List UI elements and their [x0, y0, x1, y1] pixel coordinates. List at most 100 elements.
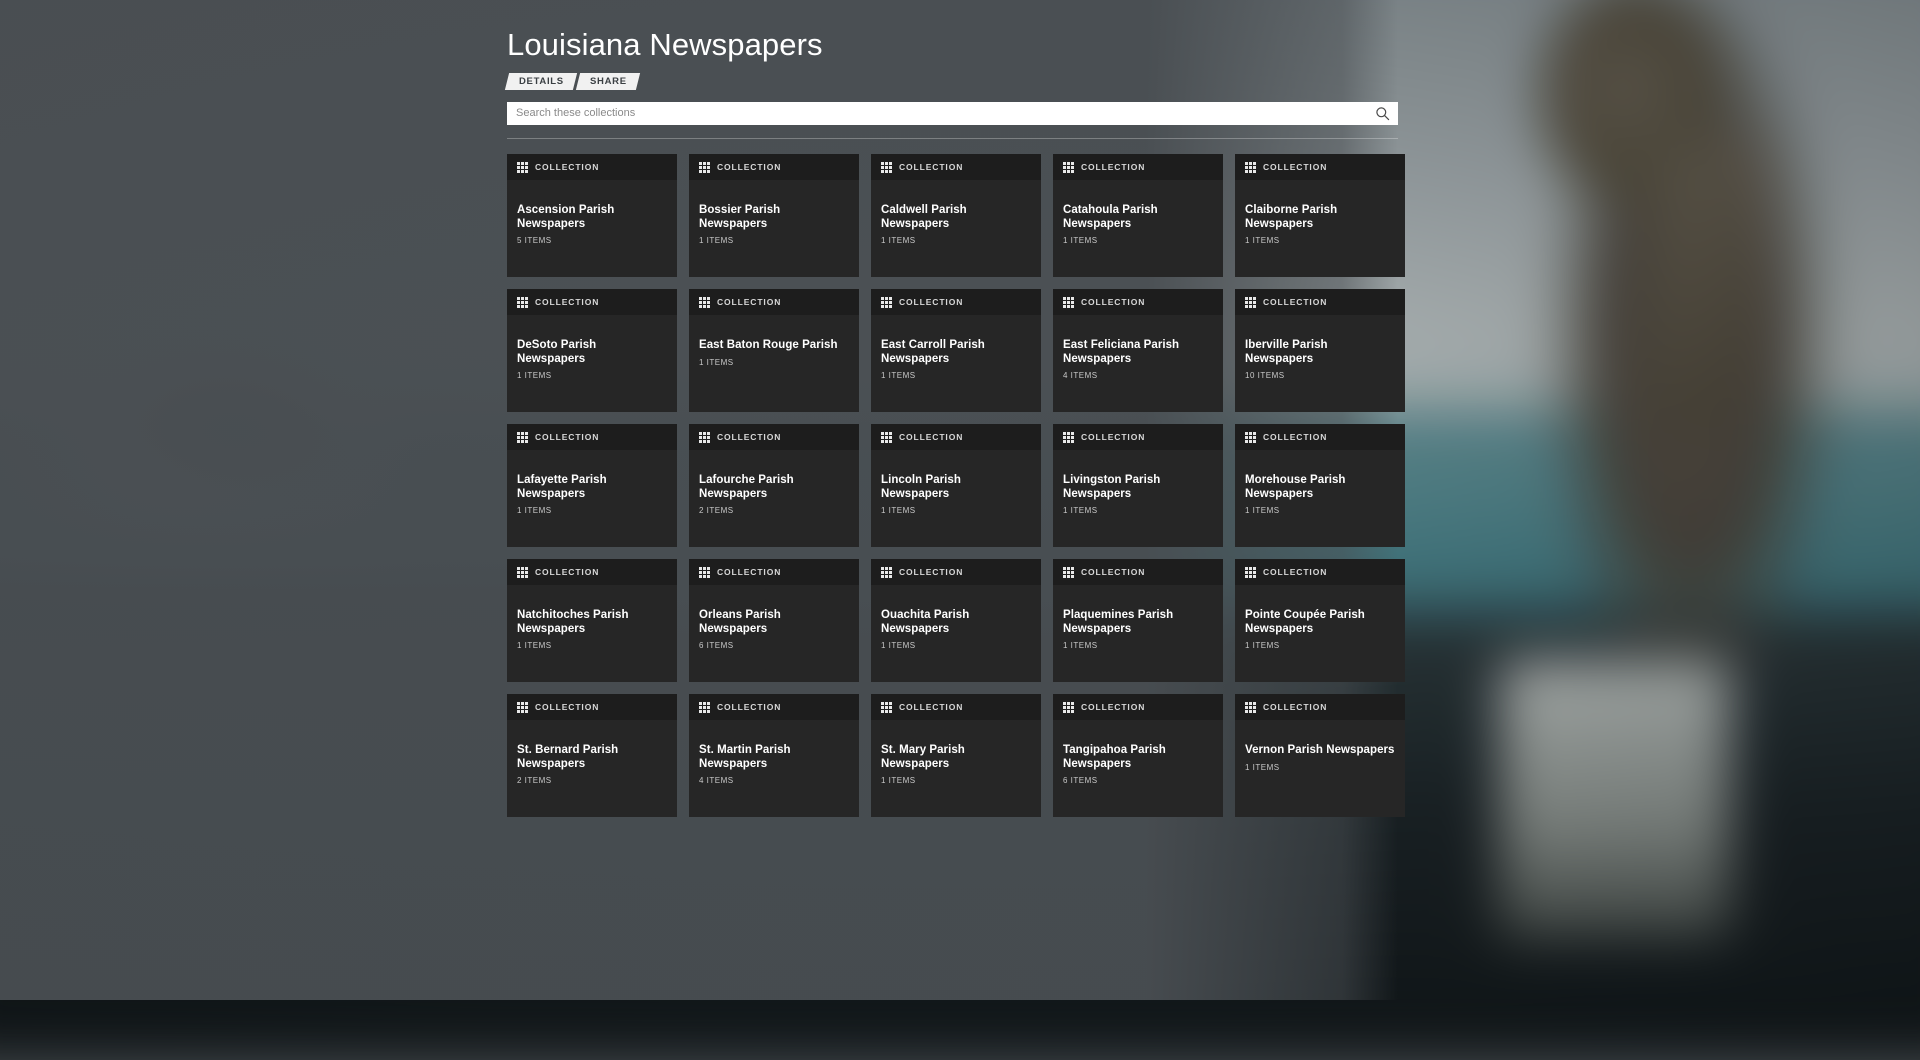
collection-card[interactable]: COLLECTIONOuachita Parish Newspapers1 IT…	[871, 559, 1041, 682]
collection-card[interactable]: COLLECTION Lafourche Parish Newspapers2 I…	[689, 424, 859, 547]
grid-icon	[1063, 702, 1074, 713]
grid-icon	[1245, 162, 1256, 173]
collection-card[interactable]: COLLECTION Tangipahoa Parish Newspapers6 …	[1053, 694, 1223, 817]
card-item-count: 6 ITEMS	[699, 641, 849, 650]
collection-card[interactable]: COLLECTIONBossier Parish Newspapers1 ITE…	[689, 154, 859, 277]
grid-icon	[699, 567, 710, 578]
card-body: Caldwell Parish Newspapers1 ITEMS	[871, 180, 1041, 277]
collection-card[interactable]: COLLECTIONEast Feliciana Parish Newspape…	[1053, 289, 1223, 412]
collection-card[interactable]: COLLECTIONLivingston Parish Newspapers1 …	[1053, 424, 1223, 547]
card-body: Lafourche Parish Newspapers2 ITEMS	[689, 450, 859, 547]
card-title: Morehouse Parish Newspapers	[1245, 474, 1395, 501]
grid-icon	[699, 162, 710, 173]
collection-card[interactable]: COLLECTIONDeSoto Parish Newspapers1 ITEM…	[507, 289, 677, 412]
card-header: COLLECTION	[507, 154, 677, 180]
card-title: Ascension Parish Newspapers	[517, 204, 667, 231]
grid-icon	[1063, 432, 1074, 443]
grid-icon	[881, 162, 892, 173]
card-title: Catahoula Parish Newspapers	[1063, 204, 1213, 231]
card-body: Lafayette Parish Newspapers 1 ITEMS	[507, 450, 677, 547]
card-header: COLLECTION	[689, 154, 859, 180]
card-body: Ouachita Parish Newspapers1 ITEMS	[871, 585, 1041, 682]
collection-card[interactable]: COLLECTIONAscension Parish Newspapers5 I…	[507, 154, 677, 277]
card-kind-label: COLLECTION	[717, 297, 781, 307]
collection-card[interactable]: COLLECTIONMorehouse Parish Newspapers1 I…	[1235, 424, 1405, 547]
card-header: COLLECTION	[689, 424, 859, 450]
card-title: Lafayette Parish Newspapers	[517, 474, 667, 501]
card-item-count: 6 ITEMS	[1063, 776, 1213, 785]
card-title: Ouachita Parish Newspapers	[881, 609, 1031, 636]
card-item-count: 1 ITEMS	[1063, 641, 1213, 650]
collection-card[interactable]: COLLECTIONIberville Parish Newspapers10 …	[1235, 289, 1405, 412]
card-title: Iberville Parish Newspapers	[1245, 339, 1395, 366]
collection-card[interactable]: COLLECTIONPointe Coupée Parish Newspaper…	[1235, 559, 1405, 682]
card-body: St. Bernard Parish Newspapers 2 ITEMS	[507, 720, 677, 817]
card-kind-label: COLLECTION	[717, 567, 781, 577]
page-title: Louisiana Newspapers	[507, 26, 1398, 63]
card-item-count: 1 ITEMS	[881, 236, 1031, 245]
grid-icon	[699, 297, 710, 308]
card-body: Natchitoches Parish Newspapers1 ITEMS	[507, 585, 677, 682]
card-item-count: 1 ITEMS	[881, 371, 1031, 380]
collection-card[interactable]: COLLECTION Caldwell Parish Newspapers1 IT…	[871, 154, 1041, 277]
card-title: Lincoln Parish Newspapers	[881, 474, 1031, 501]
card-body: Pointe Coupée Parish Newspapers 1 ITEMS	[1235, 585, 1405, 682]
card-title: St. Bernard Parish Newspapers	[517, 744, 667, 771]
card-body: St. Mary Parish Newspapers1 ITEMS	[871, 720, 1041, 817]
collection-card[interactable]: COLLECTION Vernon Parish Newspapers 1 ITEM…	[1235, 694, 1405, 817]
collection-card[interactable]: COLLECTIONNatchitoches Parish Newspapers…	[507, 559, 677, 682]
card-kind-label: COLLECTION	[717, 432, 781, 442]
card-kind-label: COLLECTION	[1081, 702, 1145, 712]
grid-icon	[1063, 162, 1074, 173]
collection-card[interactable]: COLLECTIONClaiborne Parish Newspapers1 I…	[1235, 154, 1405, 277]
card-body: Catahoula Parish Newspapers1 ITEMS	[1053, 180, 1223, 277]
collection-card[interactable]: COLLECTIONSt. Mary Parish Newspapers1 IT…	[871, 694, 1041, 817]
collection-card[interactable]: COLLECTIONPlaquemines Parish Newspapers1…	[1053, 559, 1223, 682]
card-kind-label: COLLECTION	[535, 297, 599, 307]
card-body: Iberville Parish Newspapers10 ITEMS	[1235, 315, 1405, 412]
card-header: COLLECTION	[1235, 559, 1405, 585]
search-button[interactable]	[1374, 106, 1390, 122]
card-body: East Carroll Parish Newspapers 1 ITEMS	[871, 315, 1041, 412]
grid-icon	[699, 702, 710, 713]
card-item-count: 1 ITEMS	[1063, 506, 1213, 515]
card-body: Lincoln Parish Newspapers1 ITEMS	[871, 450, 1041, 547]
card-title: East Carroll Parish Newspapers	[881, 339, 1031, 366]
grid-icon	[517, 297, 528, 308]
tab-share[interactable]: SHARE	[576, 73, 640, 90]
card-title: Vernon Parish Newspapers	[1245, 744, 1395, 758]
collection-card[interactable]: COLLECTIONLafayette Parish Newspapers1 I…	[507, 424, 677, 547]
card-item-count: 1 ITEMS	[1245, 236, 1395, 245]
card-body: Tangipahoa Parish Newspapers6 ITEMS	[1053, 720, 1223, 817]
card-item-count: 1 ITEMS	[517, 506, 667, 515]
card-kind-label: COLLECTION	[899, 432, 963, 442]
content-column: Louisiana Newspapers DETAILS SHARE C	[507, 0, 1398, 817]
card-header: COLLECTION	[1235, 289, 1405, 315]
card-header: COLLECTION	[1235, 694, 1405, 720]
tab-details[interactable]: DETAILS	[505, 73, 577, 90]
collection-card[interactable]: COLLECTION Lincoln Parish Newspapers1 ITE…	[871, 424, 1041, 547]
search-input[interactable]	[516, 103, 1374, 124]
search-bar[interactable]	[507, 102, 1398, 125]
card-title: Livingston Parish Newspapers	[1063, 474, 1213, 501]
collection-card[interactable]: COLLECTIONSt. Bernard Parish Newspapers2…	[507, 694, 677, 817]
card-item-count: 1 ITEMS	[1245, 506, 1395, 515]
collection-card[interactable]: COLLECTIONCatahoula Parish Newspapers1 I…	[1053, 154, 1223, 277]
collection-card[interactable]: COLLECTIONOrleans Parish Newspapers6 ITE…	[689, 559, 859, 682]
card-item-count: 1 ITEMS	[1245, 641, 1395, 650]
card-body: East Baton Rouge Parish1 ITEMS	[689, 315, 859, 412]
collection-card[interactable]: COLLECTIONEast Carroll Parish Newspapers…	[871, 289, 1041, 412]
card-title: Claiborne Parish Newspapers	[1245, 204, 1395, 231]
card-kind-label: COLLECTION	[899, 162, 963, 172]
card-title: Pointe Coupée Parish Newspapers	[1245, 609, 1395, 636]
card-item-count: 1 ITEMS	[1245, 763, 1395, 772]
grid-icon	[1063, 297, 1074, 308]
card-body: Livingston Parish Newspapers 1 ITEMS	[1053, 450, 1223, 547]
collection-card[interactable]: COLLECTIONSt. Martin Parish Newspapers4 …	[689, 694, 859, 817]
card-body: East Feliciana Parish Newspapers4 ITEMS	[1053, 315, 1223, 412]
grid-icon	[1245, 432, 1256, 443]
card-item-count: 4 ITEMS	[1063, 371, 1213, 380]
collection-card[interactable]: COLLECTION East Baton Rouge Parish1 ITEMS	[689, 289, 859, 412]
card-item-count: 2 ITEMS	[517, 776, 667, 785]
grid-icon	[699, 432, 710, 443]
